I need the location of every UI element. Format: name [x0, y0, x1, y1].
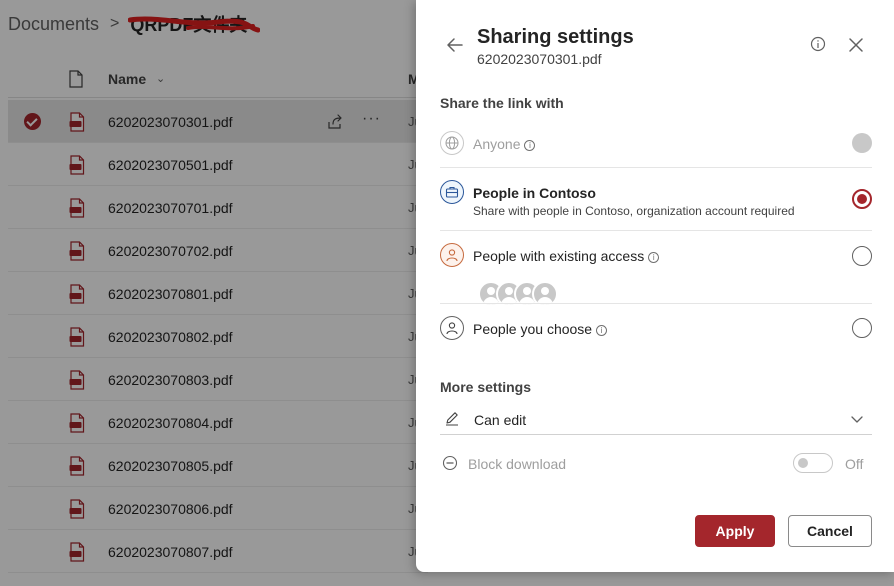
option-people-in-contoso-description: Share with people in Contoso, organizati… [473, 204, 795, 218]
radio-anyone[interactable] [852, 133, 872, 153]
person-icon [440, 316, 464, 340]
option-people-in-contoso[interactable]: People in Contoso Share with people in C… [440, 180, 872, 230]
option-people-with-existing-access[interactable]: People with existing access i [440, 243, 872, 307]
option-anyone-label: Anyone i [473, 136, 536, 152]
block-download-state: Off [845, 456, 864, 472]
more-settings-label: More settings [440, 379, 532, 395]
option-people-you-choose-label: People you choose i [473, 321, 608, 337]
option-people-in-contoso-title: People in Contoso [473, 185, 596, 201]
cancel-button[interactable]: Cancel [788, 515, 872, 547]
divider [440, 230, 872, 231]
radio-people-in-contoso[interactable] [852, 189, 872, 209]
person-icon [440, 243, 464, 267]
chevron-down-icon [850, 412, 864, 426]
divider [440, 303, 872, 304]
sharing-settings-panel: Sharing settings 6202023070301.pdf Share… [416, 0, 894, 572]
info-icon[interactable] [810, 36, 826, 52]
permission-value: Can edit [474, 412, 527, 428]
panel-subtitle: 6202023070301.pdf [477, 51, 602, 67]
close-icon[interactable] [847, 36, 865, 54]
back-arrow-icon[interactable] [444, 34, 466, 56]
block-download-label: Block download [468, 456, 567, 472]
option-anyone-info-icon[interactable]: i [524, 140, 536, 151]
globe-icon [440, 131, 464, 155]
briefcase-icon [440, 180, 464, 204]
option-existing-access-label: People with existing access i [473, 248, 660, 264]
option-anyone-title: Anyone [473, 136, 521, 152]
option-people-you-choose-title: People you choose [473, 321, 593, 337]
block-download-toggle[interactable] [793, 453, 833, 473]
divider [440, 167, 872, 168]
radio-people-with-existing-access[interactable] [852, 246, 872, 266]
option-anyone[interactable]: Anyone i [440, 131, 872, 167]
panel-title: Sharing settings [477, 26, 634, 48]
radio-people-you-choose[interactable] [852, 318, 872, 338]
block-download-row: Block download Off [440, 452, 872, 476]
option-people-you-choose-info-icon[interactable]: i [596, 325, 608, 336]
block-icon [442, 455, 458, 471]
permission-dropdown[interactable]: Can edit [440, 406, 872, 435]
pencil-icon [444, 410, 460, 426]
option-people-you-choose[interactable]: People you choose i [440, 316, 872, 346]
option-existing-access-info-icon[interactable]: i [648, 252, 660, 263]
apply-button[interactable]: Apply [695, 515, 775, 547]
option-existing-access-title: People with existing access [473, 248, 645, 264]
share-with-label: Share the link with [440, 95, 564, 111]
